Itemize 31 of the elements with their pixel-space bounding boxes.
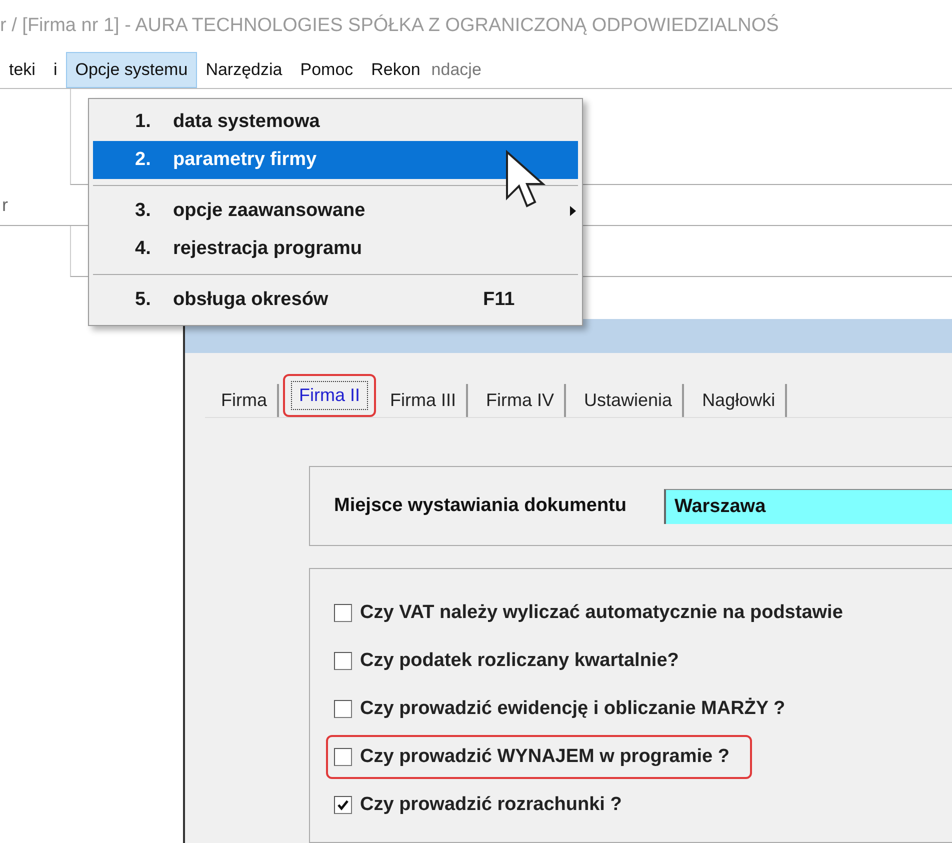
menu-bar-item[interactable]: Narzędzia [196,52,292,88]
checkbox[interactable] [334,604,352,622]
menu-bar-item[interactable]: Pomoc [291,52,362,88]
menu-bar-item[interactable]: Rekon [362,52,430,88]
menu-item[interactable]: 5. obsługa okresów F11 [93,281,578,319]
checkbox[interactable] [334,748,352,766]
checkbox[interactable] [334,796,352,814]
tab[interactable]: Firma III [380,384,468,417]
menu-bar-fragment: ndacje [430,59,482,81]
menu-item[interactable]: 3. opcje zaawansowane [93,192,578,230]
window-title: r / [Firma nr 1] - AURA TECHNOLOGIES SPÓŁKA Z OGRANICZONĄ ODPOWIEDZIALNOŚ [0,15,779,37]
menu-item[interactable]: 1. data systemowa [93,103,578,141]
menu-bar-item[interactable]: teki [0,52,44,88]
submenu-arrow-icon [570,206,576,216]
field-label: Miejsce wystawiania dokumentu [334,495,626,517]
tab[interactable]: Firma [211,384,279,417]
checkbox-label: Czy prowadzić WYNAJEM w programie ? [360,746,730,768]
menu-bar-item[interactable]: Opcje systemu [66,52,197,88]
checkbox-label: Czy prowadzić ewidencję i obliczanie MARŻY ? [360,698,786,720]
checkbox-label: Czy podatek rozliczany kwartalnie? [360,650,679,672]
tab[interactable]: Ustawienia [574,384,684,417]
checkbox-label: Czy VAT należy wyliczać automatycznie na podstawie [360,602,843,624]
checkbox-label: Czy prowadzić rozrachunki ? [360,794,622,816]
checkbox[interactable] [334,652,352,670]
tab[interactable]: Firma IV [476,384,566,417]
menu-bar-item[interactable]: i [44,52,66,88]
checkbox[interactable] [334,700,352,718]
label-fragment: r [1,194,8,216]
tab[interactable]: Firma II [289,379,370,412]
place-input-field[interactable]: Warszawa [664,488,952,524]
tab[interactable]: Nagłowki [692,384,788,417]
